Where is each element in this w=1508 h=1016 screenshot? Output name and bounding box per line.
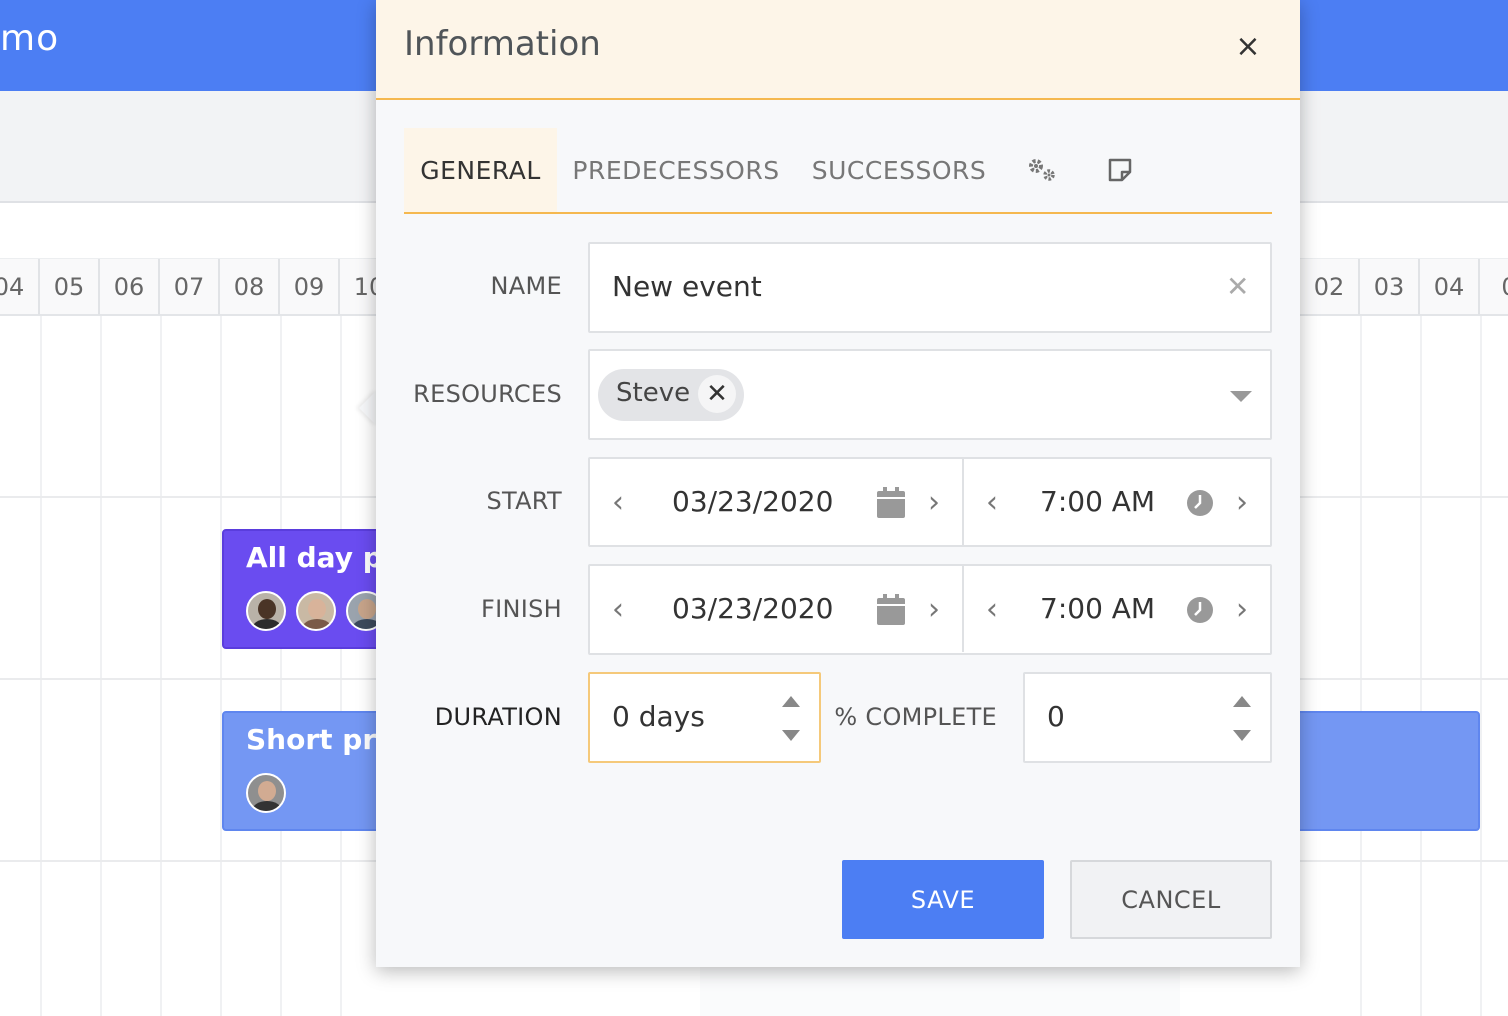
tab-bar: GENERAL PREDECESSORS SUCCESSORS bbox=[404, 128, 1272, 214]
start-time-value[interactable]: 7:00 AM bbox=[1040, 485, 1155, 518]
gears-icon bbox=[1029, 159, 1055, 181]
clock-icon[interactable] bbox=[1186, 489, 1214, 517]
tick: 04 bbox=[1420, 259, 1480, 315]
grid-line bbox=[160, 316, 162, 1016]
finish-time-value[interactable]: 7:00 AM bbox=[1040, 592, 1155, 625]
grid-line bbox=[1480, 316, 1482, 1016]
grid-line bbox=[40, 316, 42, 1016]
save-button[interactable]: SAVE bbox=[842, 860, 1044, 939]
grid-line bbox=[1420, 316, 1422, 1016]
finish-date-value[interactable]: 03/23/2020 bbox=[672, 592, 833, 625]
avatar bbox=[246, 591, 286, 631]
tick: 03 bbox=[1360, 259, 1420, 315]
percent-complete-label: % COMPLETE bbox=[834, 703, 997, 731]
caret-down-icon[interactable] bbox=[1233, 730, 1251, 741]
tick: 04 bbox=[0, 259, 40, 315]
grid-line bbox=[280, 316, 282, 1016]
clear-icon[interactable]: ✕ bbox=[1226, 270, 1249, 303]
tick: 06 bbox=[100, 259, 160, 315]
tick: 07 bbox=[160, 259, 220, 315]
event-editor-popup: Information × GENERAL PREDECESSORS SUCCE… bbox=[376, 0, 1300, 967]
duration-field[interactable]: 0 days bbox=[588, 672, 821, 763]
finish-time-prev-button[interactable]: ‹ bbox=[974, 566, 1010, 652]
grid-line bbox=[100, 316, 102, 1016]
start-date-next-button[interactable]: › bbox=[916, 459, 952, 545]
grid-line bbox=[1360, 316, 1362, 1016]
avatar bbox=[246, 773, 286, 813]
start-label: START bbox=[486, 487, 562, 515]
popup-title: Information bbox=[404, 24, 601, 64]
percent-complete-field[interactable]: 0 bbox=[1023, 672, 1272, 763]
resources-combo[interactable]: Steve ✕ bbox=[588, 349, 1272, 440]
finish-time-next-button[interactable]: › bbox=[1224, 566, 1260, 652]
caret-up-icon[interactable] bbox=[1233, 696, 1251, 707]
start-time-next-button[interactable]: › bbox=[1224, 459, 1260, 545]
finish-date-next-button[interactable]: › bbox=[916, 566, 952, 652]
name-field[interactable]: New event ✕ bbox=[588, 242, 1272, 333]
calendar-icon[interactable] bbox=[876, 594, 906, 626]
tick: 02 bbox=[1300, 259, 1360, 315]
percent-complete-value: 0 bbox=[1047, 700, 1065, 733]
duration-value: 0 days bbox=[612, 700, 705, 733]
caret-down-icon[interactable] bbox=[782, 730, 800, 741]
name-label: NAME bbox=[490, 272, 562, 300]
tab-predecessors[interactable]: PREDECESSORS bbox=[572, 128, 779, 212]
tab-successors[interactable]: SUCCESSORS bbox=[812, 128, 986, 212]
note-icon bbox=[1108, 158, 1132, 182]
tick: 09 bbox=[280, 259, 340, 315]
grid-line bbox=[220, 316, 222, 1016]
resource-chip-label: Steve bbox=[616, 378, 691, 408]
finish-label: FINISH bbox=[481, 595, 562, 623]
tick: 05 bbox=[40, 259, 100, 315]
app-title: mo bbox=[0, 18, 60, 59]
tab-advanced[interactable] bbox=[1022, 128, 1062, 212]
tab-general[interactable]: GENERAL bbox=[404, 128, 557, 212]
avatar bbox=[296, 591, 336, 631]
start-date-prev-button[interactable]: ‹ bbox=[600, 459, 636, 545]
name-value: New event bbox=[612, 270, 762, 303]
finish-date-prev-button[interactable]: ‹ bbox=[600, 566, 636, 652]
start-date-value[interactable]: 03/23/2020 bbox=[672, 485, 833, 518]
chip-remove-icon[interactable]: ✕ bbox=[698, 375, 736, 413]
grid-line bbox=[340, 316, 342, 1016]
clock-icon[interactable] bbox=[1186, 596, 1214, 624]
resource-chip: Steve ✕ bbox=[598, 369, 744, 421]
start-time-prev-button[interactable]: ‹ bbox=[974, 459, 1010, 545]
tick: 0 bbox=[1480, 259, 1508, 315]
tab-notes[interactable] bbox=[1100, 128, 1140, 212]
tick: 08 bbox=[220, 259, 280, 315]
cancel-button[interactable]: CANCEL bbox=[1070, 860, 1272, 939]
close-button[interactable]: × bbox=[1228, 24, 1268, 68]
finish-datetime: ‹ 03/23/2020 › ‹ 7:00 AM › bbox=[588, 564, 1272, 655]
chevron-down-icon[interactable] bbox=[1230, 391, 1252, 402]
field-divider bbox=[962, 566, 964, 652]
resources-label: RESOURCES bbox=[413, 380, 562, 408]
popup-header: Information × bbox=[376, 0, 1300, 100]
start-datetime: ‹ 03/23/2020 › ‹ 7:00 AM › bbox=[588, 457, 1272, 547]
duration-label: DURATION bbox=[434, 703, 562, 731]
field-divider bbox=[962, 459, 964, 545]
percent-stepper[interactable] bbox=[1227, 696, 1257, 756]
event-name: All day pr bbox=[246, 541, 397, 574]
calendar-icon[interactable] bbox=[876, 487, 906, 519]
